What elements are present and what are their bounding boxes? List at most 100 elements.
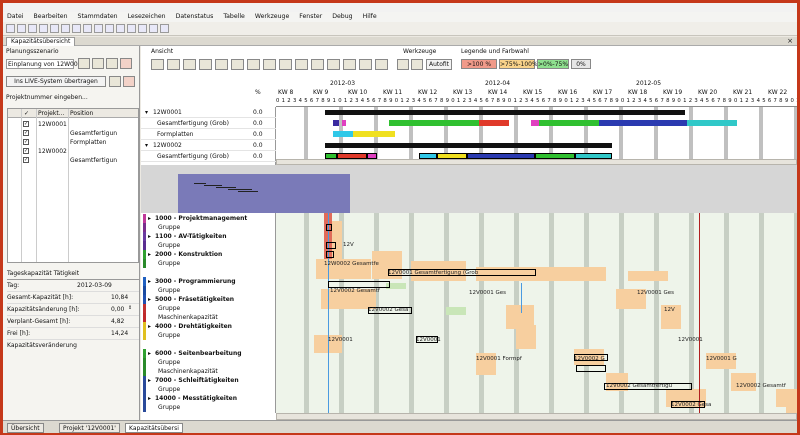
tag-value[interactable]: 2012-03-09: [77, 282, 112, 289]
link-icon[interactable]: [327, 59, 340, 70]
gantt-bar[interactable]: [539, 120, 599, 126]
col-projekt[interactable]: Projekt...: [38, 110, 64, 117]
expand-icon[interactable]: ▸: [148, 214, 151, 223]
expand-icon[interactable]: ▾: [145, 107, 148, 118]
expand-icon[interactable]: ▸: [148, 376, 151, 385]
assignment-box[interactable]: [328, 281, 390, 288]
tab-kapazitaet[interactable]: Kapazitätsübersi: [125, 423, 183, 433]
legend-over100[interactable]: >100 %: [461, 59, 497, 69]
assignment-box[interactable]: [576, 365, 606, 372]
task-row[interactable]: Gesamtfertigung (Grob) 0.0: [141, 151, 276, 162]
cancel-icon[interactable]: [123, 76, 135, 87]
gantt-bar[interactable]: [531, 120, 539, 126]
chart-icon[interactable]: [359, 59, 372, 70]
wand-icon[interactable]: [397, 59, 409, 70]
table-row[interactable]: ✓ 12W0001: [8, 120, 138, 129]
checkbox[interactable]: ✓: [23, 121, 29, 127]
gantt-bar[interactable]: [687, 120, 737, 126]
resource-row[interactable]: ▸ 6000 - Seitenbearbeitung: [141, 349, 276, 358]
checkbox[interactable]: ✓: [23, 157, 29, 163]
tab-projekt[interactable]: Projekt '12V0001': [59, 423, 120, 433]
sort-icon[interactable]: [263, 59, 276, 70]
menu-hilfe[interactable]: Hilfe: [363, 12, 377, 22]
live-transfer-button[interactable]: Ins LIVE-System übertragen: [6, 76, 106, 87]
menu-datei[interactable]: Datei: [7, 12, 24, 22]
assignment-box[interactable]: [326, 242, 336, 249]
undo-icon[interactable]: [50, 24, 59, 33]
resource-row[interactable]: ▸ 14000 - Messtätigkeiten: [141, 394, 276, 403]
menu-fenster[interactable]: Fenster: [299, 12, 322, 22]
table-row[interactable]: ✓ Formplatten: [8, 138, 138, 147]
menu-debug[interactable]: Debug: [332, 12, 352, 22]
resource-row[interactable]: ▸ 3000 - Programmierung: [141, 277, 276, 286]
kap-aenderung-value[interactable]: 0,00: [111, 306, 124, 313]
home-icon[interactable]: [138, 24, 147, 33]
add-icon[interactable]: [78, 58, 90, 69]
gantt-bar[interactable]: [389, 120, 479, 126]
sync-icon[interactable]: [109, 76, 121, 87]
folder-icon[interactable]: [106, 58, 118, 69]
task-row[interactable]: ▾ 12W0001 0.0: [141, 107, 276, 118]
gantt-bar[interactable]: [599, 120, 687, 126]
summary-bar[interactable]: [325, 143, 612, 148]
checkbox[interactable]: ✓: [23, 148, 29, 154]
autofit-button[interactable]: Autofit: [426, 59, 452, 70]
delete-icon[interactable]: [120, 58, 132, 69]
checkbox[interactable]: ✓: [23, 130, 29, 136]
save-icon[interactable]: [28, 24, 37, 33]
fit-icon[interactable]: [183, 59, 196, 70]
expand-icon[interactable]: ▸: [148, 322, 151, 331]
filter-icon[interactable]: [116, 24, 125, 33]
group-icon[interactable]: [279, 59, 292, 70]
paste-icon[interactable]: [94, 24, 103, 33]
resource-row[interactable]: Gruppe: [141, 241, 276, 250]
col-position[interactable]: Position: [70, 110, 93, 117]
resource-row[interactable]: ▸ 4000 - Drehtätigkeiten: [141, 322, 276, 331]
task-row[interactable]: ▾ 12W0002 0.0: [141, 140, 276, 151]
legend-75-100[interactable]: >75%-100%: [499, 59, 538, 69]
legend-0-75[interactable]: >0%-75%: [537, 59, 569, 69]
resource-row[interactable]: Gruppe: [141, 403, 276, 412]
summary-bar[interactable]: [325, 110, 685, 115]
settings-icon[interactable]: [149, 24, 158, 33]
assignment-box[interactable]: [326, 251, 334, 258]
table-row[interactable]: ✓ Gesamtfertigun: [8, 156, 138, 165]
print-icon[interactable]: [199, 59, 212, 70]
legend-0[interactable]: 0%: [571, 59, 591, 69]
gantt-bar[interactable]: [342, 120, 346, 126]
menu-stammdaten[interactable]: Stammdaten: [78, 12, 118, 22]
gantt-bar[interactable]: [333, 120, 339, 126]
projektnummer-input[interactable]: Projektnummer eingeben...: [6, 94, 88, 101]
zoom-in-icon[interactable]: [151, 59, 164, 70]
table-icon[interactable]: [375, 59, 388, 70]
resource-row[interactable]: Gruppe: [141, 223, 276, 232]
pin-icon[interactable]: [411, 59, 423, 70]
table-row[interactable]: ✓ 12W0002: [8, 147, 138, 156]
plan-icon[interactable]: [311, 59, 324, 70]
tab-uebersicht[interactable]: Übersicht: [7, 423, 44, 433]
resource-row[interactable]: ▸ 1100 - AV-Tätigkeiten: [141, 232, 276, 241]
resource-row[interactable]: Gruppe: [141, 385, 276, 394]
copy-icon[interactable]: [83, 24, 92, 33]
resource-row[interactable]: Gruppe: [141, 286, 276, 295]
search-icon[interactable]: [105, 24, 114, 33]
expand-icon[interactable]: ▸: [148, 295, 151, 304]
print-icon[interactable]: [39, 24, 48, 33]
menu-bearbeiten[interactable]: Bearbeiten: [34, 12, 68, 22]
menu-werkzeuge[interactable]: Werkzeuge: [255, 12, 289, 22]
overview-selection[interactable]: [178, 174, 350, 213]
table-row[interactable]: ✓ Gesamtfertigun: [8, 129, 138, 138]
redo-icon[interactable]: [61, 24, 70, 33]
resource-row[interactable]: ▸ 1000 - Projektmanagement: [141, 214, 276, 223]
checkbox[interactable]: ✓: [23, 139, 29, 145]
expand-icon[interactable]: ▸: [148, 394, 151, 403]
resource-row[interactable]: Gruppe: [141, 331, 276, 340]
resource-row[interactable]: ▸ 5000 - Fräsetätigkeiten: [141, 295, 276, 304]
spinner-icon[interactable]: ⇕: [128, 305, 132, 311]
assignment-box[interactable]: [326, 224, 332, 231]
expand-icon[interactable]: ▸: [148, 250, 151, 259]
text-icon[interactable]: [295, 59, 308, 70]
resource-row[interactable]: Gruppe: [141, 304, 276, 313]
close-icon[interactable]: ×: [787, 37, 793, 46]
assignment-box[interactable]: [388, 269, 536, 276]
